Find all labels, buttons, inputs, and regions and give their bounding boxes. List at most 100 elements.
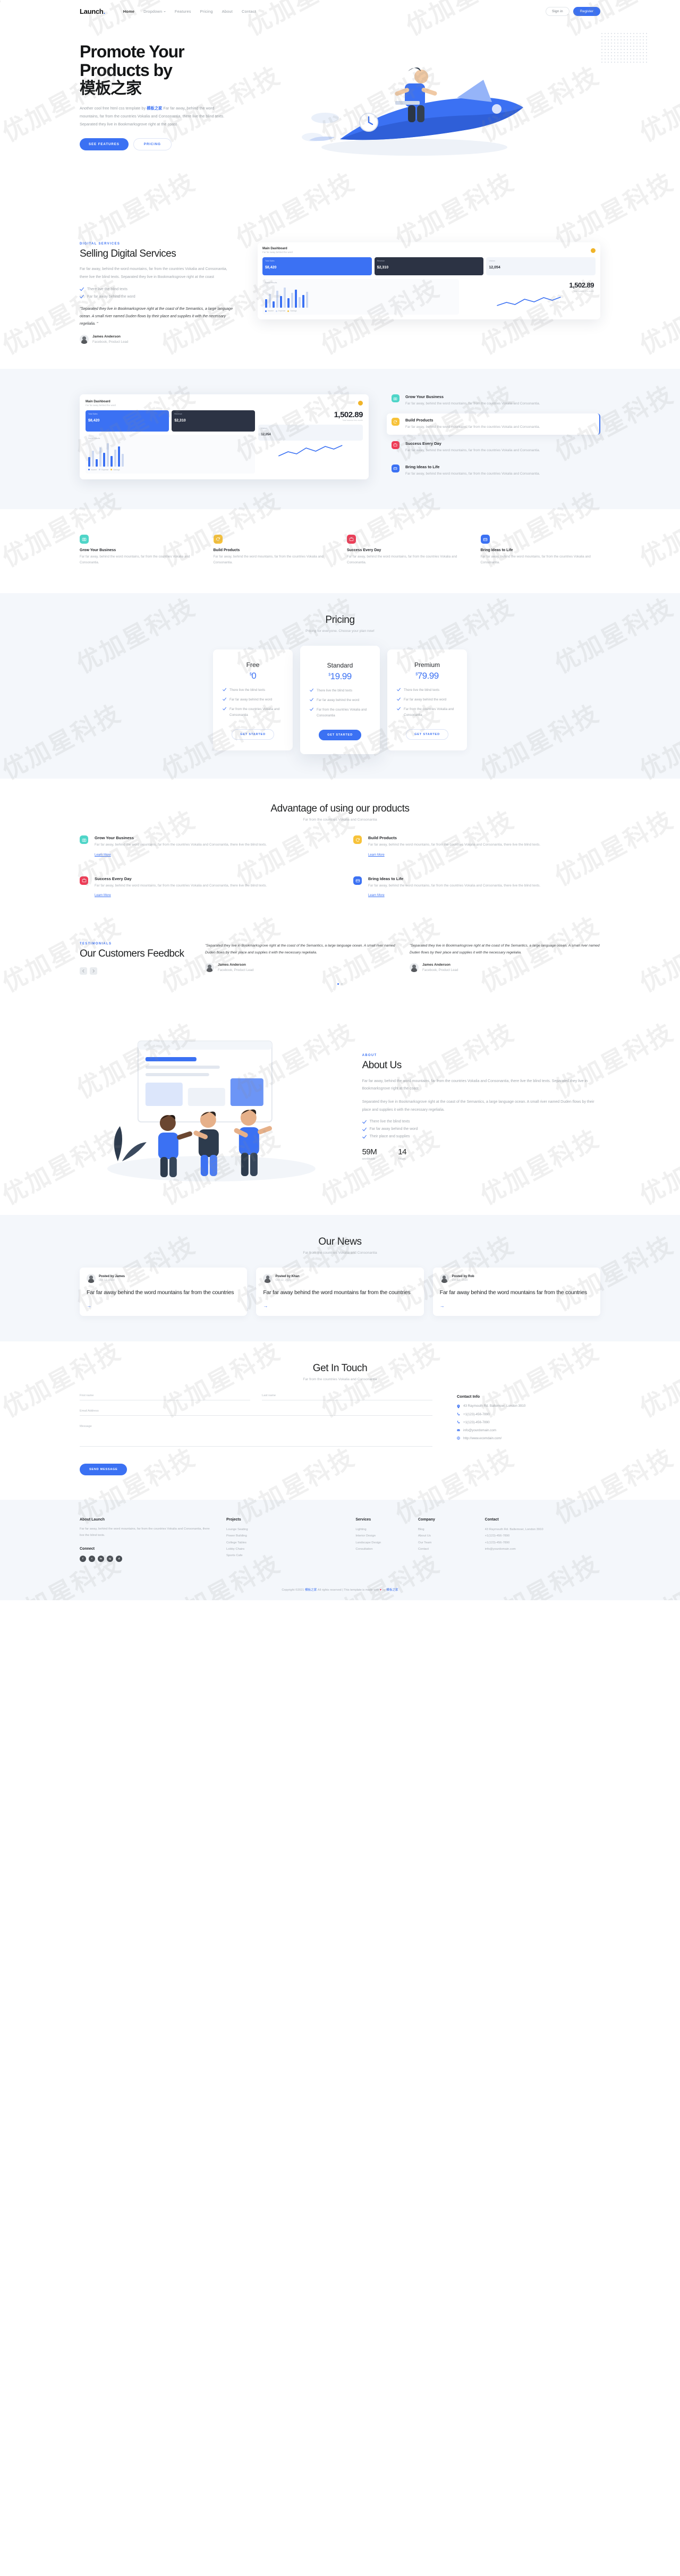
feature-row-build-products[interactable]: Build Products Far far away, behind the … <box>386 413 600 435</box>
contact-phone-1[interactable]: +1(123)-456-7890 <box>457 1413 600 1416</box>
advantage-item-success-every-day[interactable]: Success Every Day Far far away, behind t… <box>80 876 327 899</box>
advantage-item-build-products[interactable]: Build Products Far far away, behind the … <box>353 835 600 858</box>
register-button[interactable]: Register <box>573 6 600 16</box>
carousel-dot[interactable] <box>341 983 343 985</box>
carousel-dot[interactable] <box>337 983 339 985</box>
get-started-button[interactable]: GET STARTED <box>319 730 361 741</box>
feature-col-grow-your-business[interactable]: Grow Your Business Far far away, behind … <box>80 534 200 565</box>
sign-in-button[interactable]: Sign in <box>545 6 570 16</box>
next-arrow-button[interactable] <box>90 967 97 975</box>
copyright-link-2[interactable]: 模板之家 <box>386 1589 398 1592</box>
feature-col-bring-ideas-to-life[interactable]: Bring Ideas to Life Far far away, behind… <box>480 534 601 565</box>
footer-link[interactable]: Lounge Seating <box>226 1526 342 1533</box>
send-message-button[interactable]: SEND MESSAGE <box>80 1464 128 1476</box>
nav-item-features[interactable]: Features <box>175 9 191 14</box>
contact-website[interactable]: http://www.ecomdain.com/ <box>457 1437 600 1440</box>
stat-number: 59M <box>362 1147 377 1156</box>
get-started-button[interactable]: GET STARTED <box>406 729 448 740</box>
first-name-label: First name <box>80 1394 94 1398</box>
advantage-section: Advantage of using our products Far from… <box>0 779 680 926</box>
footer-link[interactable]: Interior Design <box>355 1533 409 1539</box>
feature-text: Far far away, behind the word mountains,… <box>80 554 190 564</box>
tile-visitors: Visitors 12,054 <box>258 424 363 441</box>
testimonial-author: James Anderson Facebook, Product Lead <box>205 962 396 973</box>
pricing-button[interactable]: PRICING <box>133 138 172 151</box>
footer-link[interactable]: Lobby Chairs <box>226 1546 342 1552</box>
box-icon <box>353 876 362 885</box>
footer-link[interactable]: College Tables <box>226 1540 342 1546</box>
arrow-right-icon[interactable]: → <box>87 1303 240 1308</box>
footer-link[interactable]: Blog <box>418 1526 471 1533</box>
feature-title: Build Products <box>405 418 434 423</box>
plan-card-standard[interactable]: Standard $19.99 There live the blind tex… <box>300 645 380 755</box>
footer-link[interactable]: Our Team <box>418 1540 471 1546</box>
feature-row-grow-your-business[interactable]: Grow Your Business Far far away, behind … <box>387 390 600 411</box>
learn-more-link[interactable]: Learn More <box>95 854 111 857</box>
footer-link[interactable]: Landscape Design <box>355 1540 409 1546</box>
get-started-button[interactable]: GET STARTED <box>232 729 274 740</box>
dot-pattern-decoration <box>600 32 648 65</box>
site-logo[interactable]: Launch. <box>80 7 105 15</box>
advantage-item-bring-ideas-to-life[interactable]: Bring Ideas to Life Far far away, behind… <box>353 876 600 899</box>
copyright-link-1[interactable]: 模板之家 <box>305 1589 317 1592</box>
footer-link[interactable]: Contact <box>418 1546 471 1552</box>
facebook-icon[interactable]: f <box>80 1556 86 1563</box>
contact-email[interactable]: info@yourdomain.com <box>457 1429 600 1432</box>
about-eyebrow: ABOUT <box>362 1054 377 1058</box>
feature-row-success-every-day[interactable]: Success Every Day Far far away, behind t… <box>387 437 600 458</box>
footer-contact-email[interactable]: info@yourdomain.com <box>485 1546 600 1552</box>
feature-col-success-every-day[interactable]: Success Every Day Far far away, behind t… <box>347 534 467 565</box>
contact-title: Get In Touch <box>312 1363 368 1374</box>
mail-icon <box>457 1429 460 1431</box>
news-card[interactable]: Posted by Rob Oct 12, 2020 Far far away … <box>432 1268 600 1316</box>
team-illustration-svg <box>107 1041 316 1182</box>
nav-item-about[interactable]: About <box>222 9 233 14</box>
feature-row-bring-ideas-to-life[interactable]: Bring Ideas to Life Far far away, behind… <box>387 460 600 482</box>
footer-contact-phone-2[interactable]: +1(123)-456-7890 <box>485 1540 600 1546</box>
dashboard-bar-chart <box>88 442 252 467</box>
hero-highlight-link[interactable]: 模板之家 <box>147 106 162 111</box>
instagram-icon[interactable]: ig <box>107 1556 113 1563</box>
first-name-field[interactable]: First name <box>80 1394 250 1401</box>
footer-link[interactable]: About Us <box>418 1533 471 1539</box>
nav-item-contact[interactable]: Contact <box>242 9 256 14</box>
dashboard-subtitle: Far far away behind the word <box>262 251 293 254</box>
twitter-icon[interactable]: t <box>89 1556 95 1563</box>
learn-more-link[interactable]: Learn More <box>368 854 385 857</box>
arrow-right-icon[interactable]: → <box>263 1303 416 1308</box>
footer-contact-phone-1[interactable]: +1(123)-456-7890 <box>485 1533 600 1539</box>
feature-col-build-products[interactable]: Build Products Far far away, behind the … <box>213 534 334 565</box>
email-field[interactable]: Email Address <box>80 1409 432 1416</box>
nav-item-home[interactable]: Home <box>123 9 134 14</box>
see-features-button[interactable]: SEE FEATURES <box>80 138 129 151</box>
footer-link[interactable]: Sports Cafe <box>226 1552 342 1559</box>
news-lead: Far from the countries Vokalia and Conso… <box>303 1251 377 1255</box>
carousel-dots[interactable] <box>80 983 600 985</box>
about-section: ABOUT About Us Far far away, behind the … <box>0 1008 680 1215</box>
footer-link[interactable]: Power Building <box>226 1533 342 1539</box>
nav-item-dropdown[interactable]: Dropdown <box>143 9 166 14</box>
footer-link[interactable]: Lighting <box>355 1526 409 1533</box>
refresh-icon <box>213 534 223 544</box>
footer-about: About Launch Far far away, behind the wo… <box>80 1518 212 1563</box>
learn-more-link[interactable]: Learn More <box>95 894 111 897</box>
news-card[interactable]: Posted by Khan Oct 12, 2020 Far far away… <box>256 1268 424 1316</box>
news-card-title: Far far away behind the word mountains f… <box>87 1289 234 1296</box>
linkedin-icon[interactable]: in <box>98 1556 104 1563</box>
advantage-item-grow-your-business[interactable]: Grow Your Business Far far away, behind … <box>80 835 327 858</box>
contact-phone-2[interactable]: +1(123)-456-7890 <box>457 1421 600 1424</box>
prev-arrow-button[interactable] <box>80 967 87 975</box>
stat-item: 59M worldwide <box>362 1147 377 1161</box>
plan-card-premium[interactable]: Premium $79.99 There live the blind text… <box>387 649 467 751</box>
arrow-right-icon[interactable]: → <box>440 1303 593 1308</box>
message-field[interactable]: Message <box>80 1425 432 1447</box>
nav-item-pricing[interactable]: Pricing <box>200 9 213 14</box>
learn-more-link[interactable]: Learn More <box>368 894 385 897</box>
plan-card-free[interactable]: Free $0 There live the blind texts Far f… <box>213 649 293 751</box>
dribbble-icon[interactable]: d <box>116 1556 122 1563</box>
last-name-field[interactable]: Last name <box>262 1394 432 1401</box>
footer-link[interactable]: Consultation <box>355 1546 409 1552</box>
contact-form: First name Last name Email Address Messa… <box>80 1394 432 1476</box>
news-card[interactable]: Posted by James Oct 12, 2020 Far far awa… <box>80 1268 248 1316</box>
plan-feature: There live the blind texts <box>310 688 370 694</box>
